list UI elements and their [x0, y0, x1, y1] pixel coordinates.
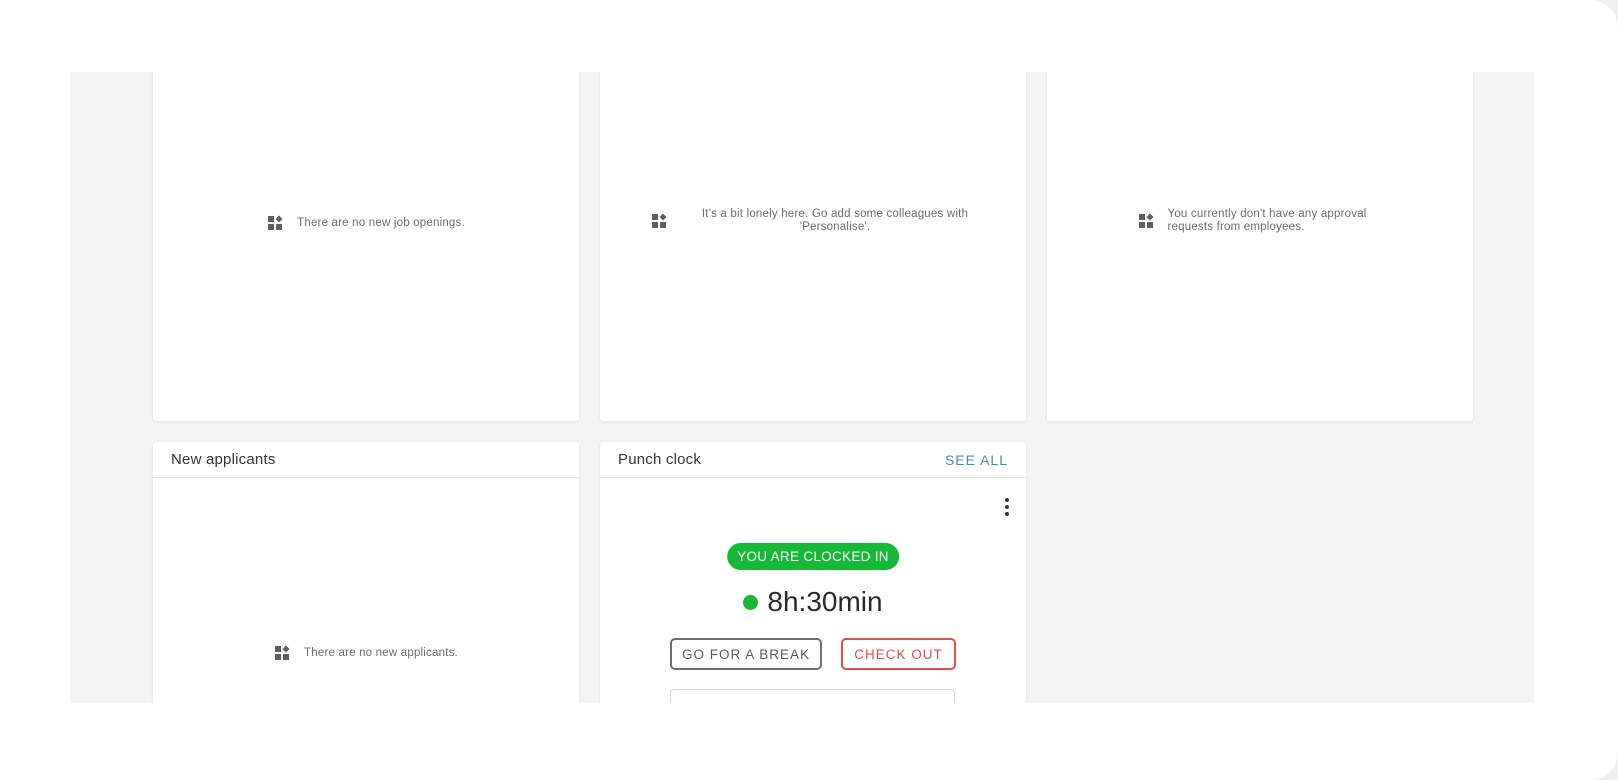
add-widget-icon [268, 215, 283, 230]
elapsed-time-value: 8h:30min [767, 586, 883, 617]
add-widget-icon [1138, 213, 1153, 228]
new-applicants-empty-state: There are no new applicants. [153, 645, 579, 661]
go-for-a-break-button[interactable]: GO FOR A BREAK [670, 638, 822, 670]
clocked-in-status-badge: YOU ARE CLOCKED IN [727, 543, 899, 570]
approvals-empty-state: You currently don't have any approval re… [1047, 208, 1473, 234]
note-input[interactable] [670, 689, 955, 703]
check-out-button[interactable]: CHECK OUT [841, 638, 956, 670]
new-applicants-empty-text: There are no new applicants. [304, 646, 458, 659]
punch-clock-card: Punch clock SEE ALL YOU ARE CLOCKED IN 8… [600, 442, 1026, 703]
colleagues-empty-text: It's a bit lonely here. Go add some coll… [701, 208, 969, 233]
colleagues-empty-state: It's a bit lonely here. Go add some coll… [600, 208, 1026, 234]
new-applicants-title: New applicants [171, 451, 276, 468]
add-widget-icon [652, 213, 667, 228]
green-dot-icon [743, 594, 759, 610]
job-openings-empty-text: There are no new job openings. [297, 216, 465, 229]
add-widget-icon [275, 645, 290, 660]
more-vertical-icon[interactable] [1004, 498, 1010, 516]
job-openings-empty-state: There are no new job openings. [153, 215, 579, 231]
elapsed-time-display: 8h:30min [600, 586, 1026, 618]
approvals-empty-text: You currently don't have any approval re… [1167, 208, 1367, 233]
see-all-link[interactable]: SEE ALL [945, 452, 1008, 468]
approvals-card: You currently don't have any approval re… [1047, 72, 1473, 421]
dashboard-viewport: There are no new job openings. It's a bi… [70, 72, 1534, 703]
app-window: There are no new job openings. It's a bi… [0, 0, 1618, 780]
colleagues-card: It's a bit lonely here. Go add some coll… [600, 72, 1026, 421]
new-applicants-card: New applicants There are no new applican… [153, 442, 579, 703]
punch-clock-title: Punch clock [618, 451, 702, 468]
job-openings-card: There are no new job openings. [153, 72, 579, 421]
new-applicants-header: New applicants [153, 442, 579, 478]
punch-clock-header: Punch clock SEE ALL [600, 442, 1026, 478]
